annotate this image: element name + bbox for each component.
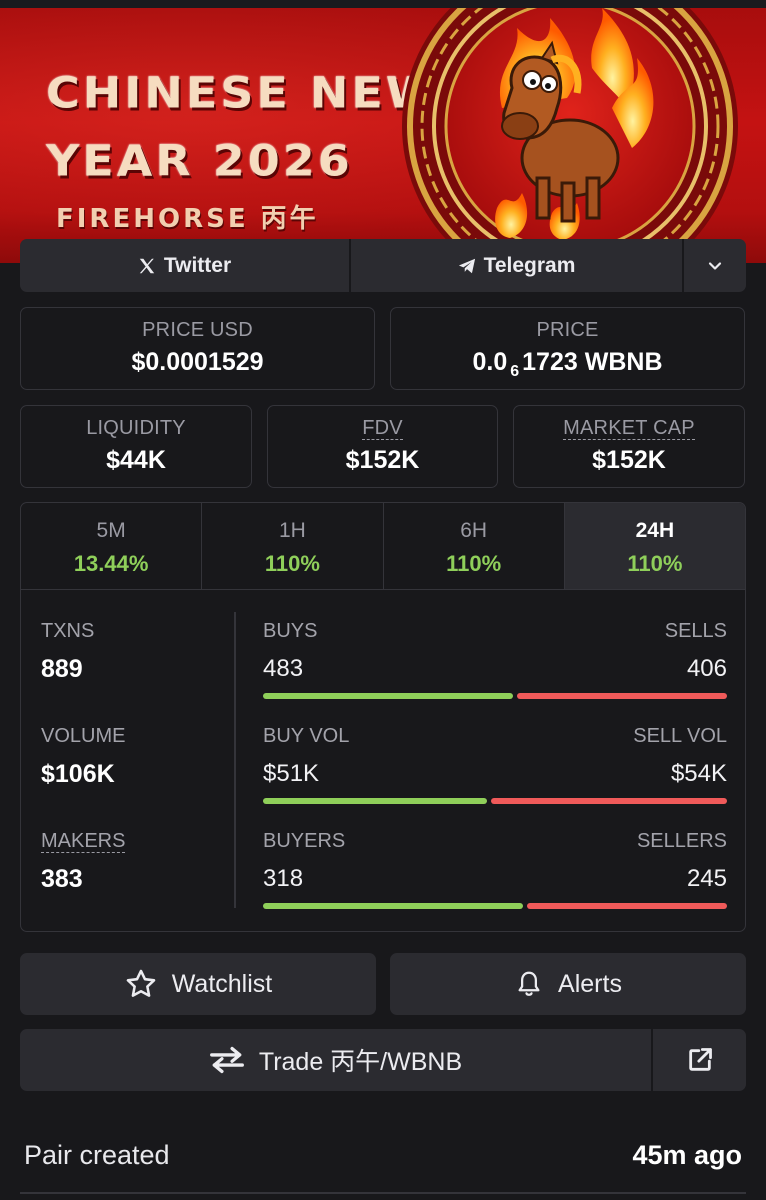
buyers-value: 318 bbox=[263, 865, 304, 892]
buy-share-bar bbox=[263, 903, 523, 909]
trade-bar: Trade 丙午/WBNB bbox=[20, 1029, 746, 1091]
watchlist-label: Watchlist bbox=[171, 969, 273, 998]
more-links-dropdown[interactable] bbox=[684, 239, 746, 292]
sellers-label: SELLERS bbox=[636, 830, 727, 852]
volume-stat: VOLUME $106K bbox=[41, 725, 125, 789]
trade-button[interactable]: Trade 丙午/WBNB bbox=[20, 1029, 653, 1091]
banner-title-line2: YEAR 2026 bbox=[46, 136, 353, 186]
liquidity-value: $44K bbox=[106, 446, 166, 474]
stats-divider bbox=[234, 612, 236, 908]
tab-5m[interactable]: 5M 13.44% bbox=[21, 503, 203, 589]
tab-label: 1H bbox=[278, 519, 306, 542]
tab-label: 24H bbox=[635, 519, 675, 542]
row-divider bbox=[20, 1192, 746, 1194]
market-cap-label[interactable]: MARKET CAP bbox=[563, 417, 695, 440]
buyers-label: BUYERS bbox=[263, 830, 346, 852]
liquidity-card: LIQUIDITY $44K bbox=[20, 405, 252, 488]
alerts-label: Alerts bbox=[558, 969, 622, 998]
pair-created-label: Pair created bbox=[24, 1140, 170, 1170]
tab-change: 13.44% bbox=[73, 551, 149, 576]
trade-external-link-button[interactable] bbox=[653, 1029, 746, 1091]
fdv-label[interactable]: FDV bbox=[362, 417, 403, 440]
buys-value: 483 bbox=[263, 655, 304, 682]
txns-stat: TXNS 889 bbox=[41, 620, 94, 684]
sell-share-bar bbox=[527, 903, 727, 909]
price-native-value: 0.0 6 1723 WBNB bbox=[391, 348, 744, 380]
tab-1h[interactable]: 1H 110% bbox=[202, 503, 384, 589]
volume-label: VOLUME bbox=[41, 725, 126, 747]
sell-share-bar bbox=[517, 693, 727, 699]
social-links-bar: Twitter Telegram bbox=[20, 239, 746, 292]
makers-value: 383 bbox=[41, 865, 83, 893]
chevron-down-icon bbox=[708, 261, 722, 270]
trade-label: Trade 丙午/WBNB bbox=[258, 1048, 463, 1076]
price-native-zero-count: 6 bbox=[510, 363, 520, 380]
sells-value: 406 bbox=[686, 655, 727, 682]
market-cap-value: $152K bbox=[592, 446, 666, 474]
fdv-card[interactable]: FDV $152K bbox=[267, 405, 498, 488]
liquidity-label: LIQUIDITY bbox=[86, 417, 186, 439]
market-cap-card[interactable]: MARKET CAP $152K bbox=[513, 405, 745, 488]
volume-value: $106K bbox=[41, 760, 115, 788]
twitter-link-button[interactable]: Twitter bbox=[20, 239, 351, 292]
price-usd-label: PRICE USD bbox=[142, 319, 253, 341]
fdv-value: $152K bbox=[345, 446, 420, 474]
buy-vol-label: BUY VOL bbox=[263, 725, 350, 747]
price-usd-card: PRICE USD $0.0001529 bbox=[20, 307, 375, 390]
sells-label: SELLS bbox=[664, 620, 727, 642]
txns-value: 889 bbox=[41, 655, 83, 683]
star-icon bbox=[126, 969, 156, 997]
sell-share-bar bbox=[491, 798, 727, 804]
buys-label: BUYS bbox=[263, 620, 318, 642]
buy-share-bar bbox=[263, 693, 513, 699]
tab-change: 110% bbox=[264, 551, 320, 576]
swap-arrows-icon bbox=[209, 1046, 244, 1074]
top-status-strip bbox=[0, 0, 766, 8]
price-native-label: PRICE bbox=[536, 319, 599, 341]
telegram-link-button[interactable]: Telegram bbox=[351, 239, 684, 292]
tab-label: 6H bbox=[460, 519, 488, 542]
external-link-icon bbox=[688, 1048, 712, 1071]
banner-subtitle: FIREHORSE 丙午 bbox=[56, 204, 319, 234]
sell-vol-value: $54K bbox=[670, 760, 727, 787]
makers-stat[interactable]: MAKERS 383 bbox=[41, 830, 126, 894]
tab-change: 110% bbox=[446, 551, 502, 576]
sell-vol-label: SELL VOL bbox=[633, 725, 727, 747]
tab-24h[interactable]: 24H 110% bbox=[564, 503, 745, 589]
buys-sells-stat: BUYS SELLS 483 406 bbox=[263, 620, 727, 699]
firehorse-medallion-image bbox=[402, 8, 738, 263]
timeframe-tabs: 5M 13.44% 1H 110% 6H 110% 24H 110% bbox=[21, 503, 745, 590]
alerts-button[interactable]: Alerts bbox=[390, 953, 746, 1015]
watchlist-button[interactable]: Watchlist bbox=[20, 953, 376, 1015]
x-logo-icon bbox=[139, 258, 155, 273]
txns-label: TXNS bbox=[41, 620, 95, 642]
token-banner: CHINESE NEW YEAR 2026 FIREHORSE 丙午 bbox=[0, 8, 766, 263]
buy-share-bar bbox=[263, 798, 487, 804]
banner-title-line1: CHINESE NEW bbox=[46, 68, 440, 118]
pair-created-row: Pair created 45m ago bbox=[24, 1140, 742, 1171]
tab-change: 110% bbox=[627, 551, 683, 576]
buyers-sellers-stat: BUYERS SELLERS 318 245 bbox=[263, 830, 727, 909]
makers-label[interactable]: MAKERS bbox=[41, 830, 126, 853]
telegram-link-label: Telegram bbox=[483, 253, 576, 277]
tab-label: 5M bbox=[96, 519, 126, 542]
sellers-value: 245 bbox=[686, 865, 727, 892]
price-native-digits: 1723 bbox=[522, 348, 578, 376]
price-usd-value: $0.0001529 bbox=[131, 348, 264, 376]
buys-sells-ratio-bar bbox=[263, 693, 727, 699]
price-native-symbol: WBNB bbox=[584, 348, 663, 376]
telegram-icon bbox=[458, 258, 475, 273]
trade-stats: TXNS 889 VOLUME $106K MAKERS 383 BUYS SE… bbox=[21, 590, 745, 931]
timeframe-stats-panel: 5M 13.44% 1H 110% 6H 110% 24H 110% TXNS … bbox=[20, 502, 746, 932]
pair-created-value: 45m ago bbox=[632, 1140, 742, 1170]
volume-ratio-bar bbox=[263, 798, 727, 804]
bell-icon bbox=[518, 971, 540, 996]
price-native-card: PRICE 0.0 6 1723 WBNB bbox=[390, 307, 745, 390]
tab-6h[interactable]: 6H 110% bbox=[384, 503, 565, 589]
twitter-link-label: Twitter bbox=[163, 253, 232, 277]
buy-sell-volume-stat: BUY VOL SELL VOL $51K $54K bbox=[263, 725, 727, 804]
makers-ratio-bar bbox=[263, 903, 727, 909]
buy-vol-value: $51K bbox=[263, 760, 320, 787]
price-native-prefix: 0.0 bbox=[472, 348, 508, 376]
